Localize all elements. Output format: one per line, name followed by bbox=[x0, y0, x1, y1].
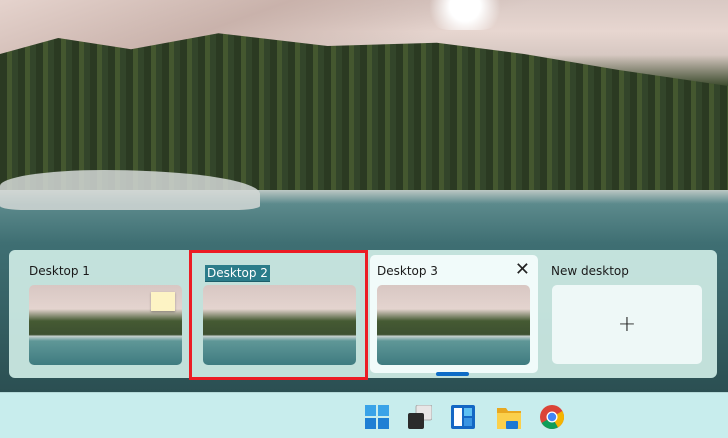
desktop-1-thumbnail[interactable] bbox=[29, 285, 182, 365]
widgets-icon[interactable] bbox=[451, 405, 475, 429]
taskbar bbox=[0, 392, 728, 438]
close-icon[interactable]: ✕ bbox=[515, 259, 530, 280]
desktop-card-1[interactable]: Desktop 1 bbox=[11, 255, 183, 373]
new-desktop-label: New desktop bbox=[551, 264, 629, 278]
desktop-3-thumbnail[interactable] bbox=[377, 285, 530, 365]
new-desktop-button[interactable]: New desktop + bbox=[545, 255, 713, 373]
desktop-card-3[interactable]: Desktop 3 ✕ bbox=[370, 255, 538, 376]
windows-start-icon[interactable] bbox=[365, 405, 389, 429]
virtual-desktops-panel: Desktop 1 Desktop 2 Desktop 3 ✕ New desk… bbox=[9, 250, 717, 378]
desktop-3-label: Desktop 3 bbox=[377, 264, 438, 278]
task-view-icon[interactable] bbox=[408, 404, 433, 429]
chrome-icon[interactable] bbox=[540, 405, 565, 430]
desktop-2-thumbnail[interactable] bbox=[203, 285, 356, 365]
desktop-card-2[interactable]: Desktop 2 bbox=[189, 255, 365, 373]
file-explorer-icon[interactable] bbox=[497, 405, 521, 429]
active-desktop-indicator bbox=[436, 372, 469, 376]
desktop-1-label: Desktop 1 bbox=[29, 264, 90, 278]
plus-icon[interactable]: + bbox=[552, 285, 702, 364]
sticky-note bbox=[151, 292, 175, 311]
desktop-2-name-input[interactable]: Desktop 2 bbox=[205, 265, 270, 282]
